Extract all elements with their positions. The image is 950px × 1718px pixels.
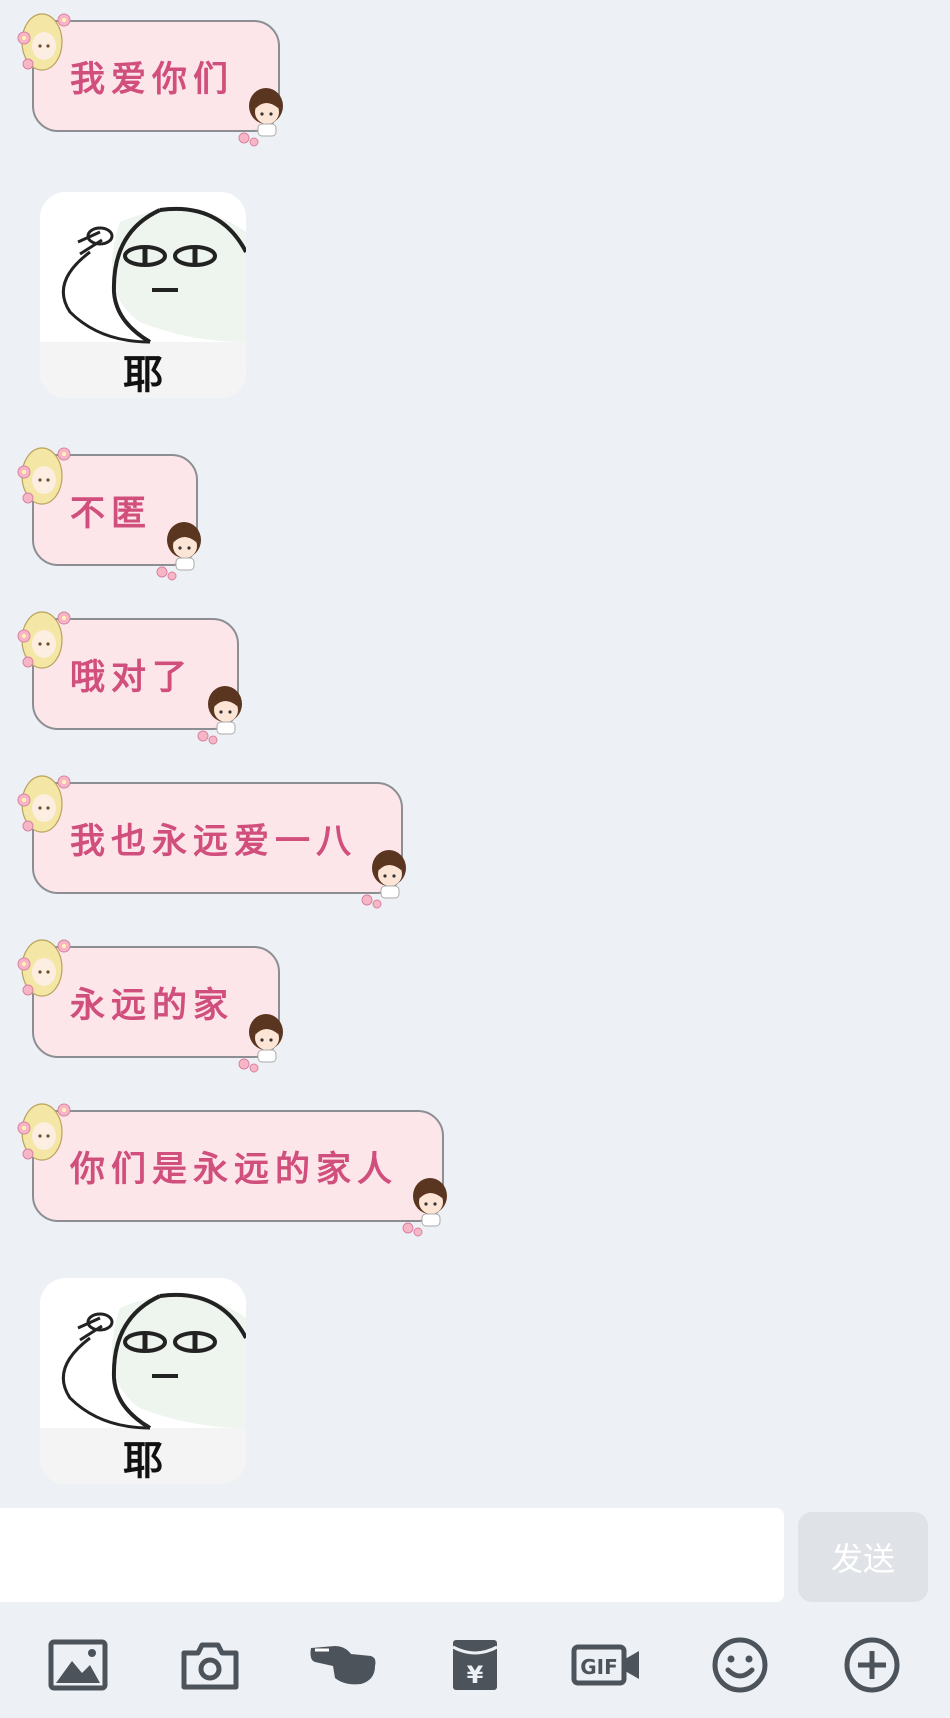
sticker-message[interactable]: 耶 — [40, 1278, 246, 1484]
message-text: 哦对了 — [70, 656, 194, 698]
sticker-caption: 耶 — [123, 1437, 163, 1484]
bubble-boy-decoration-icon — [146, 514, 216, 584]
voice-icon[interactable] — [298, 1620, 388, 1710]
emoji-icon[interactable] — [695, 1620, 785, 1710]
red-packet-symbol: ¥ — [467, 1661, 484, 1689]
message-text: 我爱你们 — [70, 58, 235, 100]
message-bubble[interactable]: 不匿 — [32, 454, 198, 566]
message-input[interactable] — [0, 1508, 784, 1602]
message-text: 不匿 — [70, 492, 153, 534]
bubble-girl-decoration-icon — [12, 2, 82, 82]
message-bubble[interactable]: 哦对了 — [32, 618, 239, 730]
sticker-message[interactable]: 耶 — [40, 192, 246, 398]
gif-label: GIF — [581, 1655, 619, 1679]
bubble-boy-decoration-icon — [351, 842, 421, 912]
message-bubble[interactable]: 永远的家 — [32, 946, 280, 1058]
bubble-girl-decoration-icon — [12, 436, 82, 516]
gif-icon[interactable]: GIF — [562, 1620, 652, 1710]
bubble-girl-decoration-icon — [12, 600, 82, 680]
bubble-boy-decoration-icon — [187, 678, 257, 748]
red-packet-icon[interactable]: ¥ — [430, 1620, 520, 1710]
message-bubble[interactable]: 我爱你们 — [32, 20, 280, 132]
bubble-girl-decoration-icon — [12, 1092, 82, 1172]
bubble-girl-decoration-icon — [12, 764, 82, 844]
input-toolbar: ¥ GIF — [0, 1612, 950, 1718]
image-icon[interactable] — [33, 1620, 123, 1710]
message-bubble[interactable]: 我也永远爱一八 — [32, 782, 403, 894]
message-text: 永远的家 — [70, 984, 235, 1026]
composer-bar: 发送 — [0, 1508, 950, 1602]
bubble-girl-decoration-icon — [12, 928, 82, 1008]
send-button[interactable]: 发送 — [798, 1512, 928, 1602]
message-text: 你们是永远的家人 — [70, 1148, 399, 1190]
bubble-boy-decoration-icon — [228, 80, 298, 150]
chat-area[interactable]: 我爱你们 耶 不匿 哦对了 我也永远爱一八 永远的家 你们是永远的家人 耶 — [0, 0, 950, 1508]
bubble-boy-decoration-icon — [392, 1170, 462, 1240]
message-text: 我也永远爱一八 — [70, 820, 358, 862]
plus-icon[interactable] — [827, 1620, 917, 1710]
message-bubble[interactable]: 你们是永远的家人 — [32, 1110, 444, 1222]
sticker-caption: 耶 — [123, 351, 163, 398]
camera-icon[interactable] — [165, 1620, 255, 1710]
bubble-boy-decoration-icon — [228, 1006, 298, 1076]
